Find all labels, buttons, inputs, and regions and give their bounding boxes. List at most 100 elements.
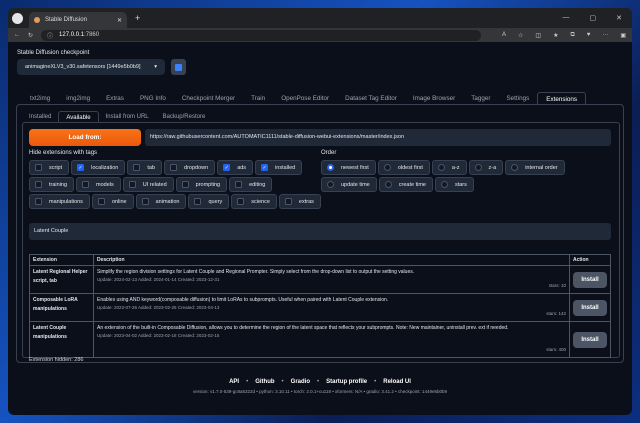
tag-checkbox-science[interactable]: science [231,194,277,209]
radio-icon[interactable] [511,164,519,171]
checkbox-icon[interactable] [181,181,189,188]
checkbox-icon[interactable] [133,164,141,171]
order-radio-newest-first[interactable]: newest first [321,160,376,175]
collections-icon[interactable]: ⧉ [570,32,574,39]
tag-checkbox-models[interactable]: models [76,177,121,192]
footer-link-api[interactable]: API [229,379,239,385]
order-radio-z-a[interactable]: z-a [468,160,504,175]
profile-avatar[interactable] [12,12,23,24]
footer-link-startup-profile[interactable]: Startup profile [326,379,367,385]
tag-checkbox-tab[interactable]: tab [127,160,163,175]
new-tab-icon[interactable]: + [135,13,140,23]
browser-window: Stable Diffusion ✕ + — ▢ ✕ ← ↻ ⓘ 127.0.0.1… [8,8,632,415]
checkbox-icon[interactable]: ✓ [77,164,85,171]
extension-search-input[interactable]: Latent Couple [29,223,611,240]
order-radio-oldest-first[interactable]: oldest first [377,160,430,175]
tag-checkbox-editing[interactable]: editing [229,177,273,192]
separator: • [374,379,377,385]
tag-checkbox-animation[interactable]: animation [135,194,187,209]
footer-link-reload-ui[interactable]: Reload UI [383,379,411,385]
close-tab-icon[interactable]: ✕ [117,17,122,24]
extensions-icon[interactable]: ♥ [587,32,591,39]
back-icon[interactable]: ← [14,32,20,38]
radio-icon[interactable] [384,181,392,188]
hide-tags-group: script ✓ localization tab dropdown ✓ ads ✓ insta… [29,160,329,209]
load-from-button[interactable]: Load from: [29,129,141,146]
tag-checkbox-dropdown[interactable]: dropdown [164,160,216,175]
extension-name-link[interactable]: Latent Couple [33,324,90,333]
browser-tab[interactable]: Stable Diffusion ✕ [29,12,127,28]
extension-name-link[interactable]: Composable LoRA [33,296,90,305]
browser-tab-bar: Stable Diffusion ✕ + — ▢ ✕ [8,8,632,28]
radio-icon[interactable] [327,164,334,171]
minimize-icon[interactable]: — [563,14,570,22]
install-button[interactable]: Install [573,271,607,288]
checkbox-icon[interactable]: ✓ [261,164,269,171]
stars-count: stars: 142 [546,311,566,316]
close-window-icon[interactable]: ✕ [616,14,622,22]
tag-checkbox-prompting[interactable]: prompting [175,177,228,192]
reload-icon[interactable]: ↻ [28,32,33,39]
split-screen-icon[interactable]: ◫ [535,32,541,39]
checkbox-icon[interactable] [128,181,136,188]
checkbox-icon[interactable] [284,198,292,205]
site-info-icon[interactable]: ⓘ [47,31,53,40]
order-label: oldest first [397,164,423,171]
order-radio-update-time[interactable]: update time [321,177,377,192]
checkbox-icon[interactable] [194,198,202,205]
order-radio-a-z[interactable]: a-z [431,160,467,175]
tag-checkbox-UI-related[interactable]: UI related [122,177,174,192]
install-button[interactable]: Install [573,299,607,316]
sidebar-icon[interactable]: ▣ [620,32,626,39]
checkpoint-dropdown[interactable]: animagineXLV3_v30.safetensors [1449e5b0b… [17,59,165,75]
order-radio-create-time[interactable]: create time [378,177,433,192]
tag-checkbox-online[interactable]: online [91,194,134,209]
checkbox-icon[interactable] [141,198,149,205]
refresh-checkpoint-button[interactable] [171,59,186,75]
checkbox-icon[interactable]: ✓ [223,164,231,171]
radio-icon[interactable] [437,164,445,171]
tag-checkbox-localization[interactable]: ✓ localization [71,160,126,175]
favorite-icon[interactable]: ☆ [518,32,523,39]
checkpoint-label: Stable Diffusion checkpoint [17,50,90,56]
maximize-icon[interactable]: ▢ [590,14,597,22]
checkbox-icon[interactable] [35,181,42,188]
checkbox-icon[interactable] [35,198,42,205]
tag-checkbox-training[interactable]: training [29,177,75,192]
checkbox-icon[interactable] [235,181,243,188]
favorites-icon[interactable]: ★ [553,32,558,39]
action-cell: Install [569,293,611,322]
address-bar[interactable]: ⓘ 127.0.0.1:7860 [41,29,482,41]
checkbox-icon[interactable] [35,164,42,171]
footer-link-gradio[interactable]: Gradio [291,379,310,385]
checkbox-icon[interactable] [237,198,245,205]
tag-checkbox-manipulations[interactable]: manipulations [29,194,90,209]
checkbox-icon[interactable] [97,198,105,205]
checkbox-icon[interactable] [170,164,178,171]
tag-checkbox-script[interactable]: script [29,160,70,175]
checkpoint-value: animagineXLV3_v30.safetensors [1449e5b0b… [25,64,141,70]
extension-tags: manipulations [33,305,67,312]
radio-icon[interactable] [327,181,334,188]
index-url-input[interactable]: https://raw.githubusercontent.com/AUTOMA… [145,129,611,146]
read-aloud-icon[interactable]: A [502,32,506,39]
install-button[interactable]: Install [573,331,607,348]
radio-icon[interactable] [474,164,482,171]
radio-icon[interactable] [440,181,448,188]
order-radio-stars[interactable]: stars [434,177,474,192]
separator: • [317,379,320,385]
order-label: newest first [341,164,369,171]
tag-checkbox-query[interactable]: query [188,194,230,209]
tag-checkbox-extras[interactable]: extras [278,194,321,209]
tag-checkbox-ads[interactable]: ✓ ads [217,160,254,175]
radio-icon[interactable] [383,164,391,171]
tag-checkbox-installed[interactable]: ✓ installed [255,160,303,175]
order-radio-internal-order[interactable]: internal order [505,160,565,175]
extension-name-link[interactable]: Latent Regional Helper [33,268,90,277]
checkbox-icon[interactable] [82,181,90,188]
tag-label: query [208,198,223,205]
stars-count: stars: 10 [548,283,566,288]
more-icon[interactable]: ··· [602,32,608,39]
footer-link-github[interactable]: Github [255,379,274,385]
browser-tab-title: Stable Diffusion [45,17,87,23]
